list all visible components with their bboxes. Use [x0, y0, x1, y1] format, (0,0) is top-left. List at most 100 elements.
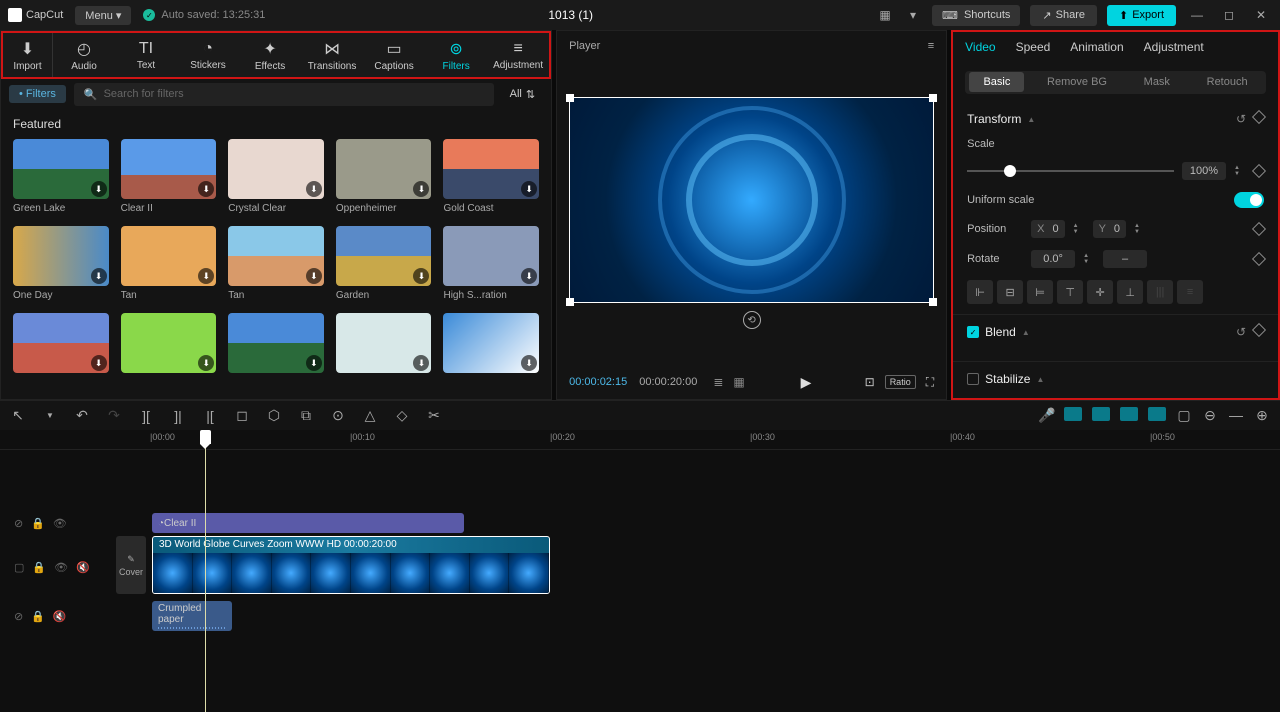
list-icon[interactable]: ≣	[713, 375, 727, 389]
fullscreen-icon[interactable]: ⛶	[926, 375, 934, 390]
speed-tool[interactable]: ⊙	[330, 407, 346, 424]
cover-button[interactable]: ✎Cover	[116, 536, 146, 594]
split-right[interactable]: |[	[202, 408, 218, 424]
atrack-lock-icon[interactable]: 🔒	[31, 610, 45, 623]
rotate-dash[interactable]: –	[1103, 250, 1147, 268]
maximize-button[interactable]: ◻	[1218, 4, 1240, 26]
tab-captions[interactable]: ▭Captions	[363, 33, 425, 77]
pos-x-stepper[interactable]: ▲▼	[1073, 223, 1085, 235]
blend-keyframe[interactable]	[1252, 323, 1266, 337]
playhead-handle[interactable]	[200, 430, 211, 444]
filters-category[interactable]: • Filters	[9, 85, 66, 103]
chip4[interactable]	[1148, 407, 1166, 421]
rotate-tool[interactable]: ◇	[394, 407, 410, 424]
filter-thumb[interactable]: ⬇Garden	[336, 226, 432, 301]
blend-reset-icon[interactable]: ↺	[1236, 325, 1246, 339]
download-icon[interactable]: ⬇	[198, 181, 214, 197]
vtrack-cam-icon[interactable]: ▢	[14, 561, 24, 574]
reset-icon[interactable]: ↺	[1236, 112, 1246, 126]
tab-adjustment[interactable]: ≡Adjustment	[487, 33, 549, 77]
zoom-slider[interactable]: —	[1228, 407, 1244, 424]
vtrack-lock-icon[interactable]: 🔒	[32, 561, 46, 574]
split-left[interactable]: ]|	[170, 408, 186, 424]
layout-icon[interactable]: ▦	[876, 6, 894, 24]
resize-handle-bl[interactable]	[566, 298, 574, 306]
filter-thumb[interactable]: ⬇Clear II	[121, 139, 217, 214]
track-eye-icon[interactable]: 👁	[53, 517, 67, 530]
subtab-mask[interactable]: Mask	[1130, 72, 1184, 92]
position-keyframe[interactable]	[1252, 222, 1266, 236]
chip3[interactable]	[1120, 407, 1138, 421]
zoom-out[interactable]: ⊖	[1202, 407, 1218, 424]
select-dropdown[interactable]: ▼	[42, 411, 58, 420]
pos-x-input[interactable]: X0	[1031, 220, 1064, 238]
search-input[interactable]: 🔍 Search for filters	[74, 83, 494, 106]
download-icon[interactable]: ⬇	[521, 355, 537, 371]
download-icon[interactable]: ⬇	[306, 355, 322, 371]
download-icon[interactable]: ⬇	[521, 268, 537, 284]
download-icon[interactable]: ⬇	[413, 268, 429, 284]
filter-thumb[interactable]: ⬇	[13, 313, 109, 377]
filter-thumb[interactable]: ⬇Crystal Clear	[228, 139, 324, 214]
download-icon[interactable]: ⬇	[198, 268, 214, 284]
filter-clip[interactable]: ◔ Clear II	[152, 513, 464, 533]
minimize-button[interactable]: —	[1186, 4, 1208, 26]
subtab-retouch[interactable]: Retouch	[1193, 72, 1262, 92]
download-icon[interactable]: ⬇	[91, 355, 107, 371]
align-top[interactable]: ⊤	[1057, 280, 1083, 304]
blend-heading[interactable]: ✓Blend ▲↺	[967, 325, 1264, 339]
pos-y-stepper[interactable]: ▲▼	[1134, 223, 1146, 235]
stabilize-heading[interactable]: Stabilize ▲	[967, 372, 1264, 386]
play-button[interactable]: ▶	[801, 374, 812, 391]
menu-button[interactable]: Menu ▾	[75, 6, 131, 25]
subtab-removebg[interactable]: Remove BG	[1033, 72, 1121, 92]
tab-stickers[interactable]: ◔Stickers	[177, 33, 239, 77]
video-clip[interactable]: 3D World Globe Curves Zoom WWW HD 00:00:…	[152, 536, 550, 594]
tab-audio[interactable]: ◴Audio	[53, 33, 115, 77]
filter-thumb[interactable]: ⬇	[336, 313, 432, 377]
track-lock-icon[interactable]: 🔒	[31, 517, 45, 530]
keyframe-icon[interactable]	[1252, 110, 1266, 124]
playhead[interactable]	[205, 430, 206, 712]
pos-y-input[interactable]: Y0	[1093, 220, 1126, 238]
filter-thumb[interactable]: ⬇	[443, 313, 539, 377]
resize-handle-tr[interactable]	[929, 94, 937, 102]
prop-tab-adjustment[interactable]: Adjustment	[1144, 40, 1204, 54]
prop-tab-animation[interactable]: Animation	[1070, 40, 1123, 54]
player-viewport[interactable]	[569, 97, 934, 303]
download-icon[interactable]: ⬇	[306, 268, 322, 284]
rotate-stepper[interactable]: ▲▼	[1083, 253, 1095, 265]
align-vcenter[interactable]: ✛	[1087, 280, 1113, 304]
prop-tab-video[interactable]: Video	[965, 40, 995, 54]
import-button[interactable]: ⬇Import	[3, 33, 53, 77]
scale-stepper[interactable]: ▲▼	[1234, 165, 1246, 177]
atrack-mute-icon[interactable]: 🔇	[53, 610, 67, 623]
crop-icon[interactable]: ⊡	[865, 375, 875, 389]
resize-handle-tl[interactable]	[566, 94, 574, 102]
tab-filters[interactable]: ⊚Filters	[425, 33, 487, 77]
rotate-keyframe[interactable]	[1252, 252, 1266, 266]
shortcuts-button[interactable]: ⌨ Shortcuts	[932, 5, 1020, 26]
scale-keyframe[interactable]	[1252, 164, 1266, 178]
vtrack-eye-icon[interactable]: 👁	[54, 561, 68, 574]
filter-thumb[interactable]: ⬇Gold Coast	[443, 139, 539, 214]
rotate-value[interactable]: 0.0°	[1031, 250, 1075, 268]
dropdown-icon[interactable]: ▾	[904, 6, 922, 24]
prop-tab-speed[interactable]: Speed	[1016, 40, 1051, 54]
align-bottom[interactable]: ⊥	[1117, 280, 1143, 304]
player-menu-icon[interactable]: ≡	[928, 40, 934, 52]
track-link-icon[interactable]: ⊘	[14, 517, 23, 530]
select-tool[interactable]: ↖	[10, 407, 26, 424]
share-button[interactable]: ↗ Share	[1030, 5, 1097, 26]
align-right[interactable]: ⊨	[1027, 280, 1053, 304]
rotate-handle[interactable]: ⟲	[743, 311, 761, 329]
timeline[interactable]: |00:00|00:10|00:20|00:30|00:40|00:50 ⊘🔒👁…	[0, 430, 1280, 712]
scale-slider[interactable]	[967, 170, 1174, 172]
uniform-toggle[interactable]	[1234, 192, 1264, 208]
ratio-button[interactable]: Ratio	[885, 375, 916, 389]
filter-thumb[interactable]: ⬇	[121, 313, 217, 377]
crop2-tool[interactable]: ✂	[426, 407, 442, 424]
mic-icon[interactable]: 🎤	[1038, 407, 1054, 424]
copy-tool[interactable]: ⧉	[298, 407, 314, 424]
grid-icon[interactable]: ▦	[733, 375, 747, 389]
